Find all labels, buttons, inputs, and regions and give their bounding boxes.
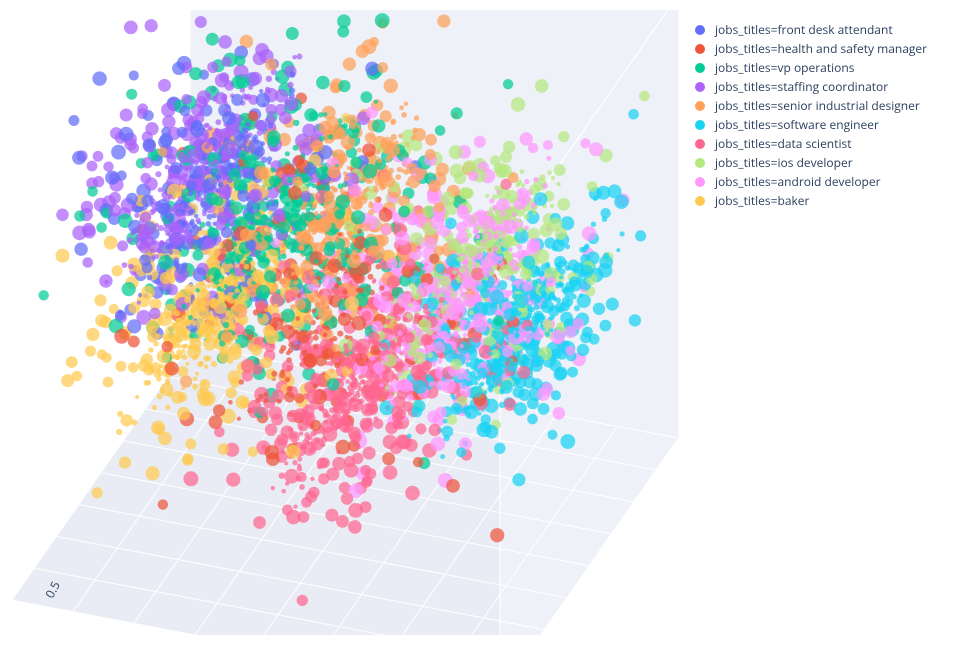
legend-item[interactable]: jobs_titles=android developer [695, 172, 955, 191]
legend-label: jobs_titles=senior industrial designer [715, 97, 920, 114]
legend-label: jobs_titles=data scientist [715, 135, 851, 152]
legend-swatch [695, 120, 705, 130]
legend-swatch [695, 158, 705, 168]
legend-swatch [695, 44, 705, 54]
legend-label: jobs_titles=health and safety manager [715, 40, 927, 57]
legend-item[interactable]: jobs_titles=data scientist [695, 134, 955, 153]
legend-swatch [695, 63, 705, 73]
legend-label: jobs_titles=staffing coordinator [715, 78, 888, 95]
scatter-3d-plot[interactable]: 0.5 [10, 10, 680, 635]
legend-label: jobs_titles=android developer [715, 173, 881, 190]
legend-swatch [695, 25, 705, 35]
legend-item[interactable]: jobs_titles=staffing coordinator [695, 77, 955, 96]
legend-item[interactable]: jobs_titles=baker [695, 191, 955, 210]
legend-item[interactable]: jobs_titles=health and safety manager [695, 39, 955, 58]
legend-swatch [695, 177, 705, 187]
legend-swatch [695, 82, 705, 92]
legend-swatch [695, 139, 705, 149]
figure: 0.5 jobs_titles=front desk attendantjobs… [0, 0, 964, 645]
legend-label: jobs_titles=vp operations [715, 59, 854, 76]
legend-label: jobs_titles=baker [715, 192, 809, 209]
legend: jobs_titles=front desk attendant jobs_tit… [695, 20, 955, 210]
legend-item[interactable]: jobs_titles=front desk attendant [695, 20, 955, 39]
legend-item[interactable]: jobs_titles=ios developer [695, 153, 955, 172]
legend-label: jobs_titles=ios developer [715, 154, 853, 171]
legend-swatch [695, 196, 705, 206]
legend-label: jobs_titles=front desk attendant [715, 21, 893, 38]
legend-item[interactable]: jobs_titles=vp operations [695, 58, 955, 77]
legend-swatch [695, 101, 705, 111]
legend-item[interactable]: jobs_titles=software engineer [695, 115, 955, 134]
legend-label: jobs_titles=software engineer [715, 116, 879, 133]
legend-item[interactable]: jobs_titles=senior industrial designer [695, 96, 955, 115]
